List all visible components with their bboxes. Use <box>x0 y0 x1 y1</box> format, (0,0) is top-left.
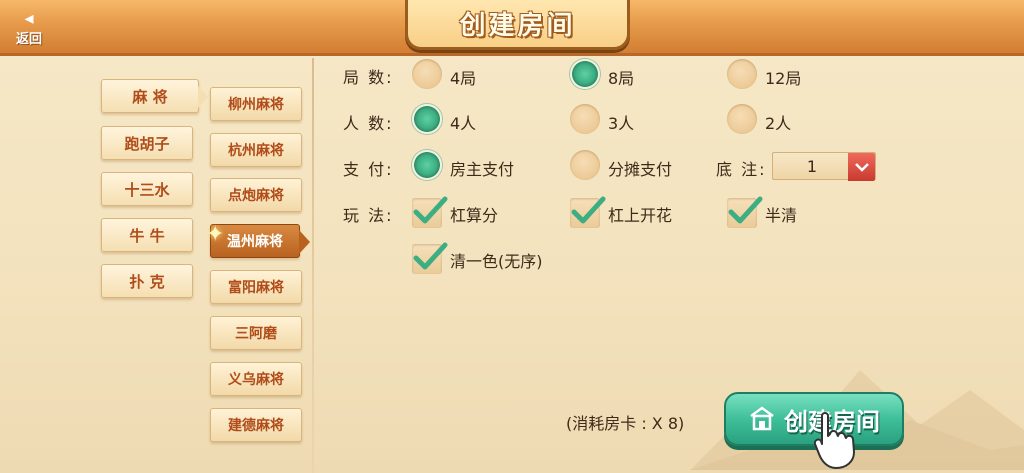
game-label: 三阿磨 <box>235 326 277 342</box>
category-mahjong[interactable]: 麻 将 <box>101 79 208 113</box>
game-fuyang-mahjong[interactable]: 富阳麻将 <box>210 270 302 304</box>
players-3-text: 3人 <box>608 114 635 133</box>
category-paohuzi[interactable]: 跑胡子 <box>101 126 193 160</box>
game-label: 建德麻将 <box>228 418 284 434</box>
payment-split-text: 分摊支付 <box>608 160 673 179</box>
players-4-text: 4人 <box>450 114 477 133</box>
page-title: 创建房间 <box>459 11 576 41</box>
checkmark-icon <box>413 242 448 270</box>
house-icon <box>750 406 774 431</box>
game-label: 柳州麻将 <box>228 97 284 113</box>
base-bet-label: 底 注: <box>716 160 767 179</box>
category-shisanshui[interactable]: 十三水 <box>101 172 193 206</box>
base-bet-value: 1 <box>806 157 818 176</box>
players-label: 人 数: <box>343 114 394 133</box>
game-dianpao-mahjong[interactable]: 点炮麻将 <box>210 178 302 212</box>
game-yiwu-mahjong[interactable]: 义乌麻将 <box>210 362 302 396</box>
pointing-hand-icon <box>813 412 855 469</box>
chevron-down-icon[interactable] <box>848 153 875 181</box>
base-bet-select[interactable]: 1 <box>772 152 876 181</box>
rule-qingyise-checkbox[interactable] <box>412 242 448 274</box>
payment-split-radio[interactable] <box>570 150 600 180</box>
payment-label: 支 付: <box>343 160 394 179</box>
rule-gangsuanfen-text: 杠算分 <box>450 206 499 225</box>
rounds-4-radio[interactable] <box>412 59 442 89</box>
rounds-12-radio[interactable] <box>727 59 757 89</box>
rounds-label: 局 数: <box>343 68 394 87</box>
back-button[interactable]: ◂ 返回 <box>6 6 52 50</box>
category-label: 牛 牛 <box>129 226 165 245</box>
category-label: 麻 将 <box>132 87 168 106</box>
players-2-radio[interactable] <box>727 104 757 134</box>
category-niuniu[interactable]: 牛 牛 <box>101 218 193 252</box>
room-card-cost: (消耗房卡 : X 8) <box>566 414 685 433</box>
rule-gangsuanfen-checkbox[interactable] <box>412 196 448 228</box>
game-label: 点炮麻将 <box>228 188 284 204</box>
game-jiande-mahjong[interactable]: 建德麻将 <box>210 408 302 442</box>
payment-owner-radio[interactable] <box>412 150 442 180</box>
players-3-radio[interactable] <box>570 104 600 134</box>
category-poker[interactable]: 扑 克 <box>101 264 193 298</box>
back-arrow-icon: ◂ <box>24 7 34 29</box>
rule-qingyise-text: 清一色(无序) <box>450 252 543 271</box>
rule-gangshangkaihua-checkbox[interactable] <box>570 196 606 228</box>
rounds-8-radio[interactable] <box>570 59 600 89</box>
game-liuzhou-mahjong[interactable]: 柳州麻将 <box>210 87 302 121</box>
checkmark-icon <box>728 196 763 224</box>
rules-label: 玩 法: <box>343 206 394 225</box>
rule-banqing-checkbox[interactable] <box>727 196 763 228</box>
rule-gangshangkaihua-text: 杠上开花 <box>608 206 673 225</box>
back-label: 返回 <box>15 31 42 47</box>
top-bar: ◂ 返回 创建房间 <box>0 0 1024 56</box>
rounds-8-text: 8局 <box>608 69 635 88</box>
game-hangzhou-mahjong[interactable]: 杭州麻将 <box>210 133 302 167</box>
category-label: 十三水 <box>124 180 170 199</box>
payment-owner-text: 房主支付 <box>450 160 515 179</box>
players-4-radio[interactable] <box>412 104 442 134</box>
game-label: 义乌麻将 <box>228 372 284 388</box>
sparkle-icon: ✦ <box>206 222 225 247</box>
game-sanamo[interactable]: 三阿磨 <box>210 316 302 350</box>
category-label: 跑胡子 <box>124 134 170 153</box>
game-label: 富阳麻将 <box>228 280 284 296</box>
players-2-text: 2人 <box>765 114 792 133</box>
column-divider <box>312 58 314 473</box>
checkmark-icon <box>571 196 606 224</box>
checkmark-icon <box>413 196 448 224</box>
title-plaque: 创建房间 <box>405 0 630 50</box>
category-label: 扑 克 <box>129 272 165 291</box>
rounds-4-text: 4局 <box>450 69 477 88</box>
rounds-12-text: 12局 <box>765 69 802 88</box>
game-label: 杭州麻将 <box>228 143 284 159</box>
rule-banqing-text: 半清 <box>765 206 798 225</box>
game-label: 温州麻将 <box>227 234 283 250</box>
